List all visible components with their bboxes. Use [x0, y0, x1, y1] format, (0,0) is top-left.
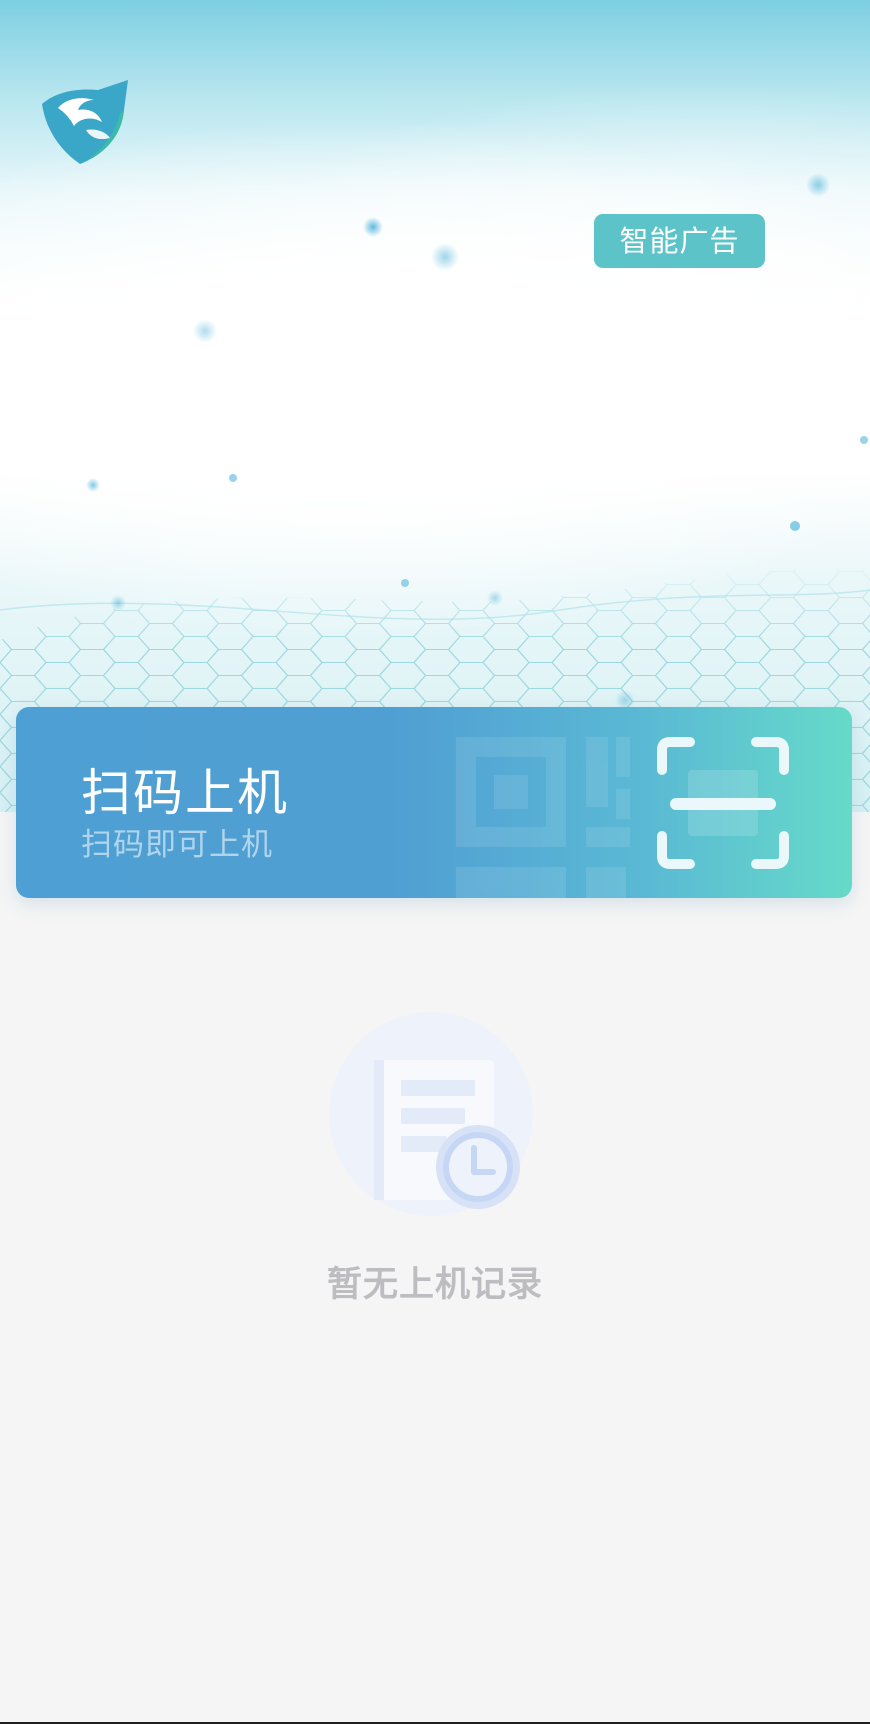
- scan-frame-icon: [657, 737, 789, 869]
- scan-card-subtitle: 扫码即可上机: [81, 827, 273, 863]
- scan-to-login-card[interactable]: 扫码上机 扫码即可上机: [16, 707, 852, 898]
- hex-network-background: [0, 173, 870, 812]
- hero-banner: 智能广告: [0, 0, 870, 812]
- document-clock-icon: [329, 1012, 533, 1216]
- scan-card-title: 扫码上机: [81, 764, 289, 822]
- eagle-shield-logo-icon: [42, 80, 128, 164]
- smart-ad-button[interactable]: 智能广告: [594, 214, 765, 268]
- app-screen: 智能广告 扫码上机 扫码即可上机 暂无上机记录: [0, 0, 870, 1724]
- empty-state-message: 暂无上机记录: [326, 1265, 543, 1305]
- qr-code-icon: [456, 737, 630, 898]
